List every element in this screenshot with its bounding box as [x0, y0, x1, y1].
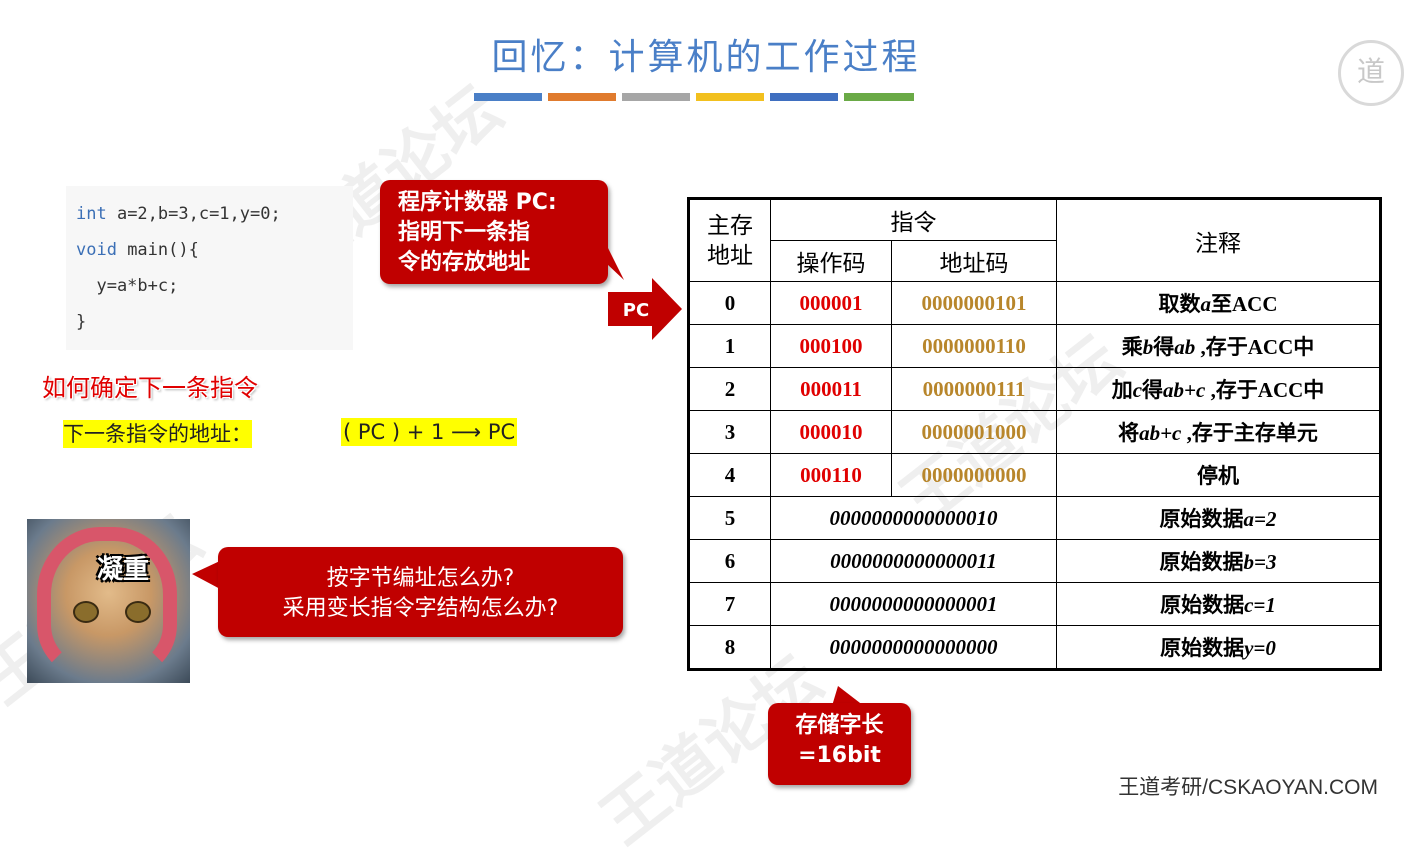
table-row: 4 000110 0000000000 停机: [688, 453, 1381, 497]
header-note: 注释: [1056, 198, 1381, 282]
question-heading: 如何确定下一条指令: [42, 374, 258, 402]
code-line-4: }: [76, 312, 87, 332]
pc-callout-line-1: 程序计数器 PC:: [398, 190, 557, 215]
header-instruction: 指令: [770, 198, 1057, 241]
title-bar-4: [696, 93, 764, 101]
title-bar-3: [622, 93, 690, 101]
code-line-1: int a=2,b=3,c=1,y=0;: [76, 204, 281, 224]
question-callout-line-2: 采用变长指令字结构怎么办?: [282, 596, 559, 621]
pc-arrow-icon: PC: [608, 278, 682, 340]
code-line-3: y=a*b+c;: [76, 276, 179, 296]
table-row: 2 000011 0000000111 加c得ab+c ,存于ACC中: [688, 367, 1381, 411]
title-bar-5: [770, 93, 838, 101]
header-opcode: 操作码: [770, 240, 892, 282]
word-callout-line-2: =16bit: [798, 743, 881, 768]
table-row: 5 0000000000000010 原始数据a=2: [688, 496, 1381, 540]
header-address: 主存 地址: [688, 198, 771, 282]
title-bar-6: [844, 93, 914, 101]
table-row: 0 000001 0000000101 取数a至ACC: [688, 281, 1381, 325]
title-bar-1: [474, 93, 542, 101]
page-title: 回忆：计算机的工作过程: [491, 37, 921, 78]
word-callout-line-1: 存储字长: [795, 713, 884, 738]
table-row: 6 0000000000000011 原始数据b=3: [688, 539, 1381, 583]
word-length-callout: 存储字长 =16bit: [768, 703, 911, 785]
footer-brand: 王道考研/CSKAOYAN.COM: [1118, 776, 1378, 799]
cat-meme-label: 凝重: [97, 555, 150, 585]
question-callout-line-1: 按字节编址怎么办?: [326, 566, 515, 591]
next-address-label: 下一条指令的地址：: [63, 420, 252, 448]
memory-table: 主存 地址 指令 注释 操作码 地址码 0 000001 0000000101 取…: [687, 197, 1382, 671]
pc-arrow-label: PC: [623, 300, 649, 321]
next-address-formula: ( PC ) + 1 ⟶ PC: [341, 418, 518, 446]
title-bar-2: [548, 93, 616, 101]
table-row: 7 0000000000000001 原始数据c=1: [688, 582, 1381, 626]
table-row: 3 000010 0000001000 将ab+c ,存于主存单元: [688, 410, 1381, 454]
pc-callout-line-2: 指明下一条指: [398, 220, 531, 245]
cat-eye-icon: [125, 601, 151, 623]
header-address-code: 地址码: [891, 240, 1057, 282]
code-line-2: void main(){: [76, 240, 199, 260]
pc-callout: 程序计数器 PC: 指明下一条指 令的存放地址: [380, 180, 608, 284]
question-callout: 按字节编址怎么办? 采用变长指令字结构怎么办?: [218, 547, 623, 637]
table-row: 8 0000000000000000 原始数据y=0: [688, 625, 1381, 670]
cat-meme-image: 凝重: [27, 519, 190, 683]
table-row: 1 000100 0000000110 乘b得ab ,存于ACC中: [688, 324, 1381, 368]
code-block: int a=2,b=3,c=1,y=0; void main(){ y=a*b+…: [66, 186, 353, 350]
pc-callout-line-3: 令的存放地址: [398, 250, 531, 275]
cat-eye-icon: [73, 601, 99, 623]
